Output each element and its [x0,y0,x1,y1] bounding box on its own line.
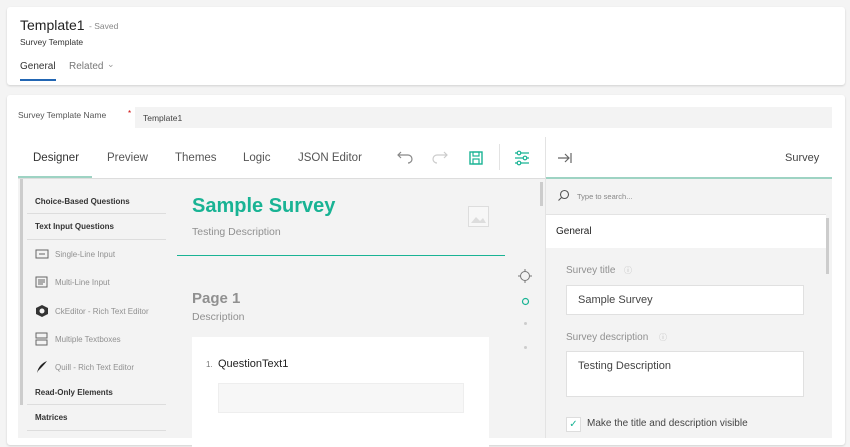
page-description[interactable]: Description [192,311,245,323]
toolbox-item-ckeditor[interactable]: CkEditor - Rich Text Editor [35,304,149,318]
question-number: 1. [206,360,213,369]
item-label: Multiple Textboxes [55,334,121,344]
toolbox-item-quill[interactable]: Quill - Rich Text Editor [35,360,134,374]
name-label: Survey Template Name [18,110,107,120]
section-label: General [556,226,592,237]
toolbox-item-multi-line[interactable]: Multi-Line Input [35,276,110,288]
quill-icon [37,361,47,373]
search-input[interactable]: Type to search... [577,192,632,201]
logo-image-placeholder-icon[interactable] [468,206,489,227]
panel-title: Survey [785,152,820,164]
survey-description-label: Survey description [566,332,649,343]
item-label: Quill - Rich Text Editor [55,362,134,372]
item-label: CkEditor - Rich Text Editor [55,306,149,316]
page-title[interactable]: Page 1 [192,290,240,307]
undo-icon[interactable] [395,148,415,168]
search-icon [558,189,570,201]
redo-icon[interactable] [430,148,450,168]
toolbox-item-single-line[interactable]: Single-Line Input [35,249,115,259]
tab-designer[interactable]: Designer [33,152,79,164]
category-read-only[interactable]: Read-Only Elements [35,388,113,397]
settings-sliders-icon[interactable] [512,148,532,168]
chevron-down-icon[interactable]: ⌄ [107,59,115,70]
item-label: Single-Line Input [55,249,116,259]
help-icon[interactable]: ⓘ [624,265,632,276]
divider [27,213,166,214]
toolbox-scrollbar[interactable] [20,179,23,405]
survey-description[interactable]: Testing Description [192,226,281,238]
canvas-scrollbar[interactable] [540,182,543,206]
toolbox-item-multiple-textboxes[interactable]: Multiple Textboxes [35,332,121,346]
header-card: Template1 - Saved Survey Template Genera… [7,7,845,85]
save-icon[interactable] [466,148,486,168]
item-label: Multi-Line Input [55,277,110,287]
multi-line-icon [35,276,48,288]
survey-description-textarea[interactable]: Testing Description [566,351,804,397]
multiple-textboxes-icon [35,332,48,346]
collapse-panel-icon[interactable] [555,148,575,168]
category-choice-based[interactable]: Choice-Based Questions [35,197,130,206]
tab-logic[interactable]: Logic [243,152,271,164]
navigation-target-icon[interactable] [517,268,533,284]
tab-preview[interactable]: Preview [107,152,148,164]
category-matrices[interactable]: Matrices [35,413,67,422]
question-card[interactable]: 1. QuestionText1 [192,337,489,447]
divider [27,430,166,431]
record-subtitle: Survey Template [20,37,84,47]
single-line-icon [35,249,49,259]
question-title[interactable]: QuestionText1 [218,358,288,370]
save-status: - Saved [89,21,119,31]
page-nav-current-icon[interactable] [521,297,530,306]
survey-title-input[interactable]: Sample Survey [566,285,804,315]
record-title: Template1 [20,17,85,33]
survey-title[interactable]: Sample Survey [192,195,335,218]
divider [27,239,166,240]
tab-related[interactable]: Related [69,61,103,72]
question-text-input[interactable] [218,383,464,413]
ckeditor-icon [36,305,48,317]
tab-general[interactable]: General [20,61,56,72]
required-mark: * [128,109,132,118]
tab-themes[interactable]: Themes [175,152,217,164]
tab-json-editor[interactable]: JSON Editor [298,152,362,164]
survey-title-label: Survey title [566,265,616,276]
category-text-input[interactable]: Text Input Questions [35,222,114,231]
help-icon[interactable]: ⓘ [659,332,667,343]
visible-checkbox-label[interactable]: Make the title and description visible [587,418,748,429]
header-divider [177,255,505,256]
visible-checkbox[interactable]: ✓ [566,417,581,432]
page-nav-dot[interactable] [524,322,527,325]
panel-scrollbar[interactable] [826,218,829,274]
page-nav-dot[interactable] [524,346,527,349]
name-input[interactable]: Template1 [135,107,832,128]
toolbar-separator [499,144,500,170]
section-general[interactable]: General [546,214,826,248]
tab-underline [20,79,56,81]
divider [27,404,166,405]
